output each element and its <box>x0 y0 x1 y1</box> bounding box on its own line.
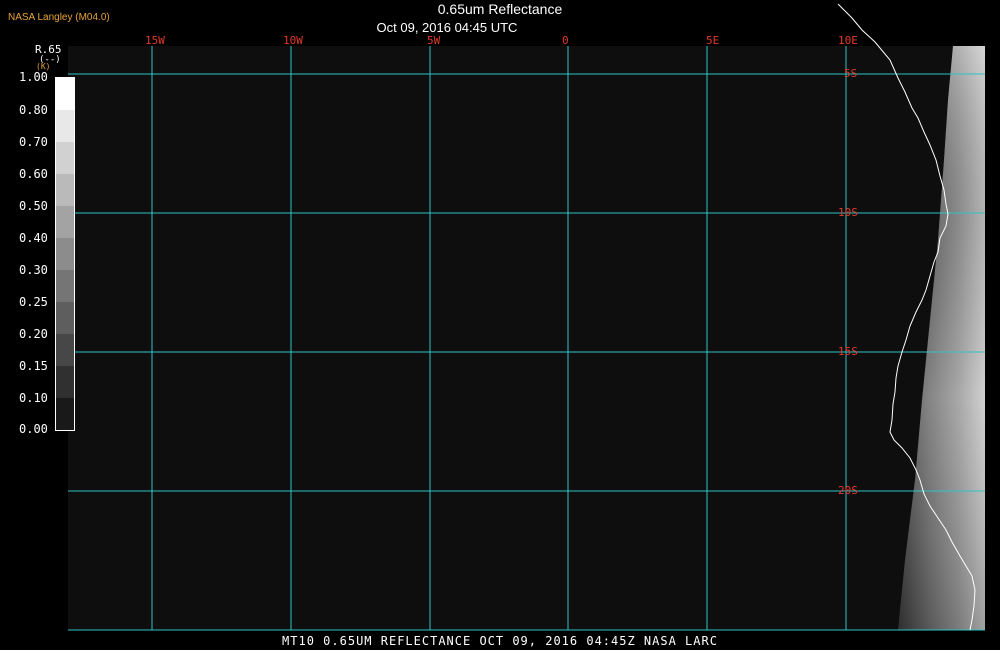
map-overlay <box>68 3 985 631</box>
graticule <box>68 46 985 631</box>
color-scale-segment <box>56 270 74 302</box>
legend-value: 0.15 <box>19 359 48 373</box>
legend-value: 0.40 <box>19 231 48 245</box>
color-scale-segment <box>56 302 74 334</box>
color-scale-segment <box>56 238 74 270</box>
color-scale-segment <box>56 174 74 206</box>
lat-label-10s: 10S <box>838 206 858 219</box>
legend-value: 0.25 <box>19 295 48 309</box>
color-scale-segment <box>56 366 74 398</box>
legend-value: 1.00 <box>19 70 48 84</box>
lat-label-5s: 5S <box>844 67 858 80</box>
lon-label-15w: 15W <box>145 34 165 47</box>
legend-value: 0.70 <box>19 135 48 149</box>
lon-label-10w: 10W <box>283 34 303 47</box>
satellite-swath-shading <box>898 46 985 630</box>
timestamp-subtitle: Oct 09, 2016 04:45 UTC <box>0 20 1000 35</box>
legend-value: 0.30 <box>19 263 48 277</box>
lon-label-10e: 10E <box>838 34 858 47</box>
legend-value: 0.80 <box>19 103 48 117</box>
legend-value: 0.60 <box>19 167 48 181</box>
legend-value: 0.50 <box>19 199 48 213</box>
legend-value: 0.00 <box>19 422 48 436</box>
timestamp-text: Oct 09, 2016 04:45 UTC <box>376 20 518 35</box>
footer-caption: MT10 0.65UM REFLECTANCE OCT 09, 2016 04:… <box>282 634 718 648</box>
color-scale-segment <box>56 110 74 142</box>
color-scale-segment <box>56 142 74 174</box>
legend-value: 0.10 <box>19 391 48 405</box>
color-scale-segment <box>56 398 74 430</box>
lat-label-15s: 15S <box>838 345 858 358</box>
legend-value: 0.20 <box>19 327 48 341</box>
lat-label-20s: 20S <box>838 484 858 497</box>
color-scale-segment <box>56 334 74 366</box>
satellite-image-viewer: { "header": { "organization": "NASA Lang… <box>0 0 1000 650</box>
lon-label-5e: 5E <box>706 34 720 47</box>
product-title: 0.65um Reflectance <box>437 1 563 17</box>
color-scale-segment <box>56 206 74 238</box>
color-scale-bar <box>55 77 75 431</box>
color-scale-segment <box>56 78 74 110</box>
lon-label-0: 0 <box>562 34 569 47</box>
lon-label-5w: 5W <box>427 34 441 47</box>
